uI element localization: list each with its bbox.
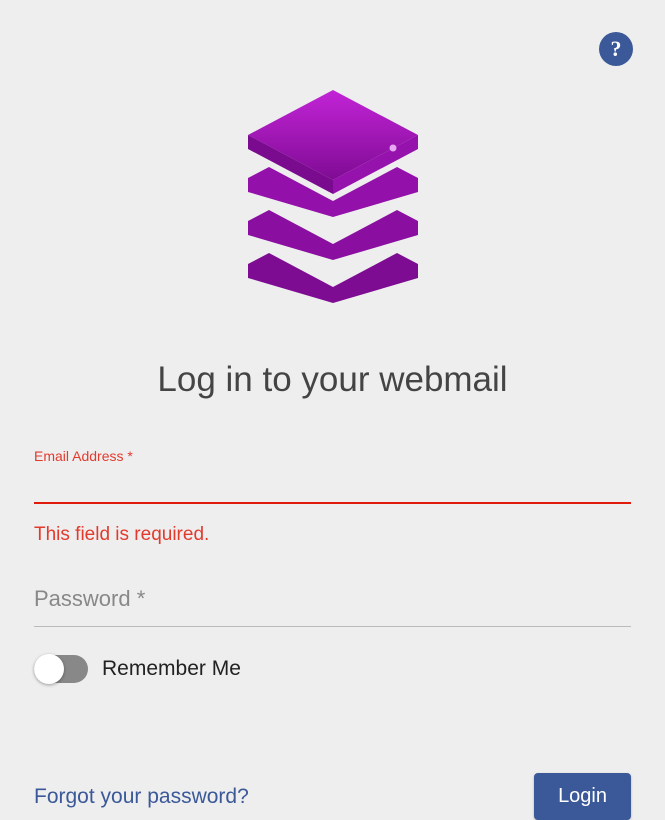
page-title: Log in to your webmail xyxy=(34,360,631,400)
email-input[interactable] xyxy=(34,466,631,504)
toggle-knob xyxy=(34,654,64,684)
login-button[interactable]: Login xyxy=(534,773,631,820)
remember-toggle[interactable] xyxy=(34,655,88,683)
bottom-row: Forgot your password? Login xyxy=(34,773,631,820)
server-stack-icon xyxy=(243,90,423,310)
logo-container xyxy=(34,0,631,360)
login-panel: Log in to your webmail Email Address * T… xyxy=(0,0,665,820)
remember-label: Remember Me xyxy=(102,657,241,681)
remember-row: Remember Me xyxy=(34,655,631,683)
password-input[interactable]: Password * xyxy=(34,586,631,627)
forgot-password-link[interactable]: Forgot your password? xyxy=(34,785,249,809)
help-button[interactable]: ? xyxy=(599,32,633,66)
help-icon: ? xyxy=(611,36,622,62)
email-label: Email Address * xyxy=(34,448,631,464)
email-error-message: This field is required. xyxy=(34,524,631,546)
email-field-wrap: Email Address * xyxy=(34,448,631,504)
